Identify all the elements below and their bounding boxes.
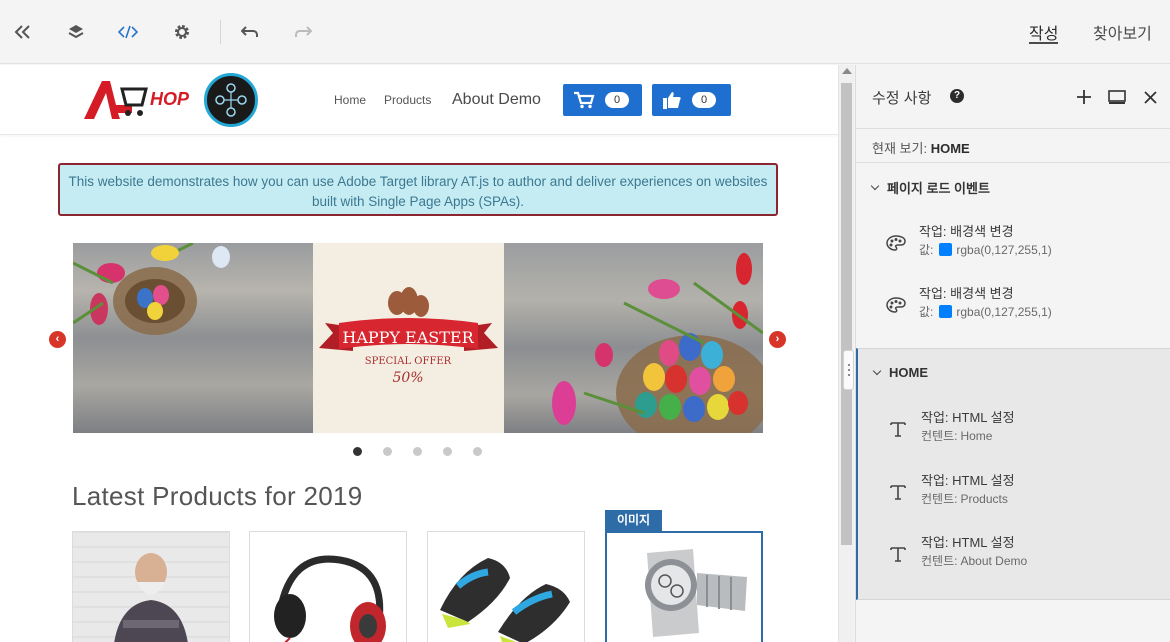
action-value-text: rgba(0,127,255,1) xyxy=(956,242,1052,257)
selected-element-label: 이미지 xyxy=(605,510,662,531)
carousel-prev-button[interactable]: ‹ xyxy=(49,331,66,348)
product-card-watch[interactable] xyxy=(605,531,763,642)
action-value-label: 값: xyxy=(919,305,934,319)
nav-home[interactable]: Home xyxy=(334,93,366,107)
product-card-sneakers[interactable] xyxy=(427,531,585,642)
section-page-load-event: 페이지 로드 이벤트 작업: 배경색 변경 값: rgba(0,127,255,… xyxy=(856,163,1170,348)
panel-title: 수정 사항 xyxy=(872,90,932,107)
happy-easter-banner: HAPPY EASTER SPECIAL OFFER 50% xyxy=(313,243,504,433)
action-item[interactable]: 작업: HTML 설정 컨텐트: Products xyxy=(858,470,1170,526)
section-home: HOME 작업: HTML 설정 컨텐트: Home 작업: HTML 설정 컨… xyxy=(856,348,1170,600)
palette-icon xyxy=(886,233,906,253)
product-card-sweater[interactable] xyxy=(72,531,230,642)
carousel-next-button[interactable]: › xyxy=(769,331,786,348)
gear-icon[interactable] xyxy=(172,22,192,42)
action-value-text: Home xyxy=(960,428,993,443)
toolbar-divider xyxy=(220,20,221,44)
carousel-dot[interactable] xyxy=(383,447,392,456)
cart-icon xyxy=(574,91,595,109)
panel-resize-handle[interactable] xyxy=(843,350,854,390)
action-value: 컨텐트: About Demo xyxy=(921,552,1027,569)
layers-icon[interactable] xyxy=(66,22,86,42)
top-toolbar: 작성 찾아보기 xyxy=(0,0,1170,64)
action-value-text: rgba(0,127,255,1) xyxy=(956,304,1052,319)
code-icon[interactable] xyxy=(118,22,138,42)
current-view-name: HOME xyxy=(930,141,970,156)
cart-count: 0 xyxy=(605,92,629,108)
help-icon[interactable]: ? xyxy=(950,89,964,103)
action-title: 작업: HTML 설정 xyxy=(921,473,1015,488)
tab-browse[interactable]: 찾아보기 xyxy=(1093,20,1152,44)
scroll-thumb[interactable] xyxy=(841,83,852,545)
action-item[interactable]: 작업: 배경색 변경 값: rgba(0,127,255,1) xyxy=(856,283,1170,339)
banner-title: HAPPY EASTER xyxy=(342,328,474,347)
panel-header: 수정 사항 ? xyxy=(856,65,1170,129)
action-title: 작업: 배경색 변경 xyxy=(919,286,1014,301)
like-count: 0 xyxy=(692,92,716,108)
like-button[interactable]: 0 xyxy=(652,84,731,116)
undo-icon[interactable] xyxy=(240,22,260,42)
chevron-down-icon xyxy=(872,366,882,376)
tab-author[interactable]: 작성 xyxy=(1029,20,1059,44)
text-icon xyxy=(888,419,908,439)
adobe-target-logo xyxy=(204,73,258,127)
text-icon xyxy=(888,544,908,564)
modifications-panel: 수정 사항 ? 현재 보기: HOME 페이지 로드 이벤트 작업: 배경색 변… xyxy=(855,65,1170,642)
easter-eggs-image-right xyxy=(504,243,763,433)
action-item[interactable]: 작업: HTML 설정 컨텐트: About Demo xyxy=(858,532,1170,588)
carousel-dot[interactable] xyxy=(473,447,482,456)
plus-icon[interactable] xyxy=(1074,87,1094,107)
text-icon xyxy=(888,482,908,502)
chevron-down-icon xyxy=(870,181,880,191)
svg-text:HOP: HOP xyxy=(150,89,190,109)
section-title: 페이지 로드 이벤트 xyxy=(887,181,990,196)
action-title: 작업: 배경색 변경 xyxy=(919,224,1014,239)
latest-products-heading: Latest Products for 2019 xyxy=(72,481,363,511)
palette-icon xyxy=(886,295,906,315)
nav-products[interactable]: Products xyxy=(384,93,431,107)
monitor-icon[interactable] xyxy=(1107,87,1127,107)
thumbs-up-icon xyxy=(663,92,681,109)
action-item[interactable]: 작업: 배경색 변경 값: rgba(0,127,255,1) xyxy=(856,221,1170,277)
easter-eggs-image-left xyxy=(73,243,313,433)
ashop-logo[interactable]: HOP xyxy=(82,75,194,125)
current-view-label: 현재 보기: xyxy=(872,141,928,156)
demo-notice: This website demonstrates how you can us… xyxy=(58,163,778,216)
section-title: HOME xyxy=(889,365,928,380)
action-item[interactable]: 작업: HTML 설정 컨텐트: Home xyxy=(858,407,1170,463)
promo-carousel: HAPPY EASTER SPECIAL OFFER 50% xyxy=(73,243,763,433)
collapse-icon[interactable] xyxy=(13,22,33,42)
site-preview: HOP Home Products About Demo 0 0 This we… xyxy=(0,65,838,642)
carousel-dot[interactable] xyxy=(413,447,422,456)
action-title: 작업: HTML 설정 xyxy=(921,410,1015,425)
action-value: 컨텐트: Products xyxy=(921,490,1008,507)
banner-discount: 50% xyxy=(392,370,423,386)
current-view: 현재 보기: HOME xyxy=(856,129,1170,163)
carousel-dot[interactable] xyxy=(443,447,452,456)
action-value: 값: rgba(0,127,255,1) xyxy=(919,241,1052,258)
nav-about-demo[interactable]: About Demo xyxy=(452,91,541,109)
action-value: 컨텐트: Home xyxy=(921,427,992,444)
action-value-text: Products xyxy=(960,491,1008,506)
color-swatch xyxy=(939,305,953,318)
close-icon[interactable] xyxy=(1140,87,1160,107)
site-header: HOP Home Products About Demo 0 0 xyxy=(0,65,838,135)
action-title: 작업: HTML 설정 xyxy=(921,535,1015,550)
section-toggle-page-load[interactable]: 페이지 로드 이벤트 xyxy=(870,178,990,197)
redo-icon[interactable] xyxy=(293,22,313,42)
banner-subtitle: SPECIAL OFFER xyxy=(365,356,452,367)
action-value-label: 컨텐트: xyxy=(921,492,958,506)
carousel-indicators xyxy=(353,447,482,456)
action-value-label: 컨텐트: xyxy=(921,429,958,443)
scroll-up-icon[interactable] xyxy=(842,68,852,74)
carousel-dot[interactable] xyxy=(353,447,362,456)
action-value-text: About Demo xyxy=(960,553,1028,568)
section-toggle-home[interactable]: HOME xyxy=(872,365,928,380)
product-card-headphones[interactable] xyxy=(249,531,407,642)
action-value: 값: rgba(0,127,255,1) xyxy=(919,303,1052,320)
action-value-label: 컨텐트: xyxy=(921,554,958,568)
action-value-label: 값: xyxy=(919,243,934,257)
cart-button[interactable]: 0 xyxy=(563,84,642,116)
color-swatch xyxy=(939,243,953,256)
